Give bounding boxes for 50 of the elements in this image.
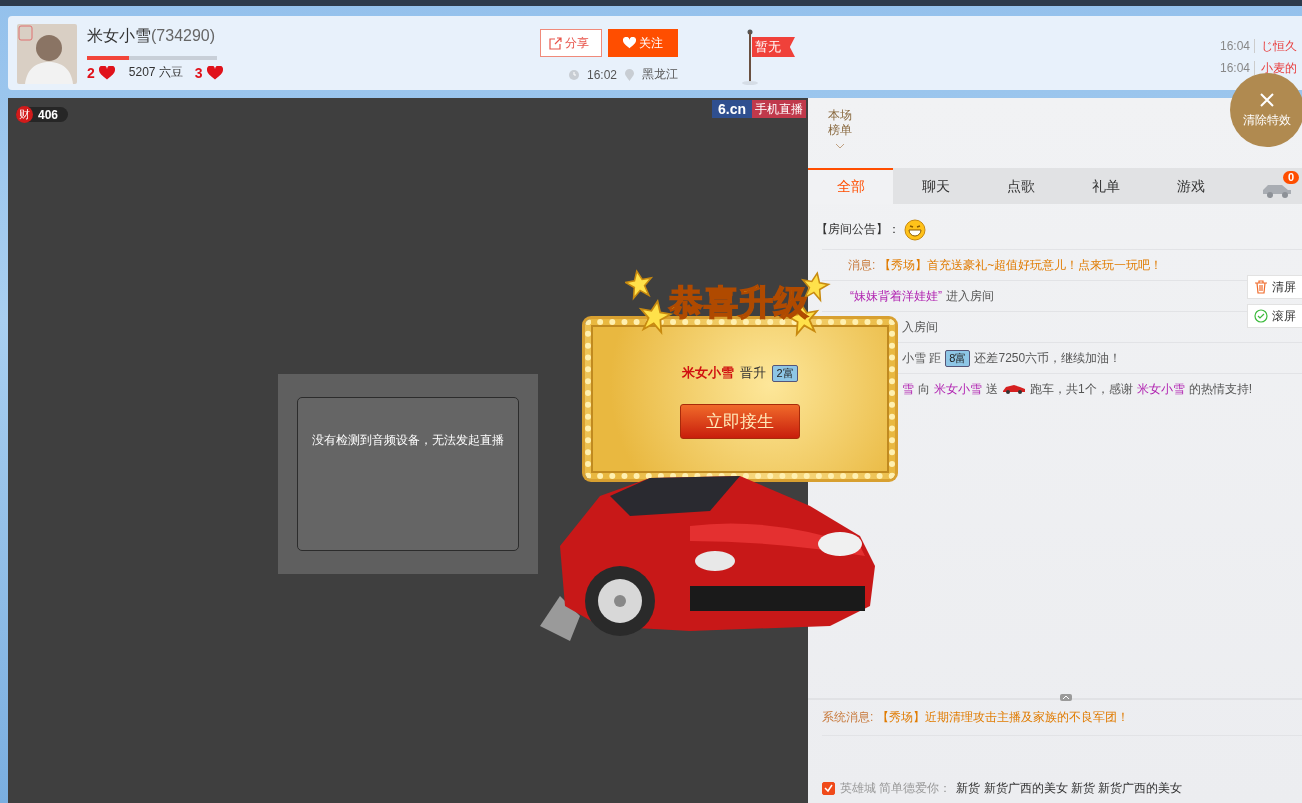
rank-badge: 8富 <box>945 349 971 367</box>
chat-tab[interactable]: 礼单 <box>1063 168 1148 204</box>
streamer-name: 米女小雪 <box>87 27 151 44</box>
level-number: 2 <box>87 64 95 81</box>
claim-button[interactable]: 立即接生 <box>680 404 800 439</box>
chat-tab[interactable]: 点歌 <box>978 168 1063 204</box>
site-logo: 6.cn 手机直播 <box>712 100 806 118</box>
announcement-label: 【房间公告】： <box>816 221 900 238</box>
heart-icon <box>206 65 223 80</box>
user-name[interactable]: 英雄城 简单德爱你： <box>840 780 952 797</box>
share-button[interactable]: 分享 <box>540 29 602 57</box>
clock-icon <box>568 69 579 80</box>
sports-car-icon <box>1002 383 1026 395</box>
avatar[interactable] <box>17 24 77 84</box>
chat-tab[interactable]: 游戏 <box>1148 168 1233 204</box>
popup-title: 恭喜升级 <box>669 282 809 323</box>
location: 黑龙江 <box>642 66 678 83</box>
wealth-badge: 财 406 <box>16 107 69 122</box>
check-circle-icon <box>1254 309 1268 323</box>
checkbox[interactable] <box>822 782 835 795</box>
feed-message[interactable]: じ恒久 <box>1261 37 1298 55</box>
car-icon[interactable] <box>1261 182 1293 198</box>
chevron-down-icon <box>835 143 845 149</box>
collapse-handle-icon[interactable] <box>1060 694 1072 701</box>
user-name: 米女小雪 <box>682 364 735 382</box>
beans-count: 5207 六豆 <box>128 64 183 81</box>
chat-tab[interactable]: 聊天 <box>893 168 978 204</box>
heart-icon <box>98 65 115 80</box>
live-time: 16:02 <box>586 67 617 82</box>
follow-button[interactable]: 关注 <box>608 29 678 57</box>
close-icon <box>1259 91 1275 108</box>
level-number: 3 <box>194 64 203 81</box>
system-message: 系统消息: 【秀场】近期清理攻击主播及家族的不良军团！ <box>822 700 1302 736</box>
scrolling-message: 新货 新货广西的美女 新货 新货广西的美女 <box>956 780 1183 797</box>
notice-message: 没有检测到音频设备，无法发起直播 <box>297 397 519 551</box>
trash-icon <box>1254 280 1268 294</box>
feed-time: 16:04 <box>1220 61 1256 75</box>
scroll-screen-button[interactable]: 滚屏 <box>1247 304 1302 328</box>
heart-icon <box>623 37 636 49</box>
ranking-toggle[interactable]: 本场榜单 <box>827 108 853 138</box>
notification-badge: 0 <box>1282 171 1299 184</box>
streamer-id: (734290) <box>151 27 216 44</box>
grinning-emoji-icon <box>904 218 926 241</box>
popup-text: 晋升 <box>740 364 767 382</box>
chat-tab[interactable]: 全部 <box>808 168 893 204</box>
location-pin-icon <box>625 68 634 81</box>
flag-label: 暂无 <box>752 37 795 57</box>
clear-screen-button[interactable]: 清屏 <box>1247 275 1302 299</box>
share-icon <box>549 36 562 50</box>
feed-time: 16:04 <box>1220 39 1256 53</box>
